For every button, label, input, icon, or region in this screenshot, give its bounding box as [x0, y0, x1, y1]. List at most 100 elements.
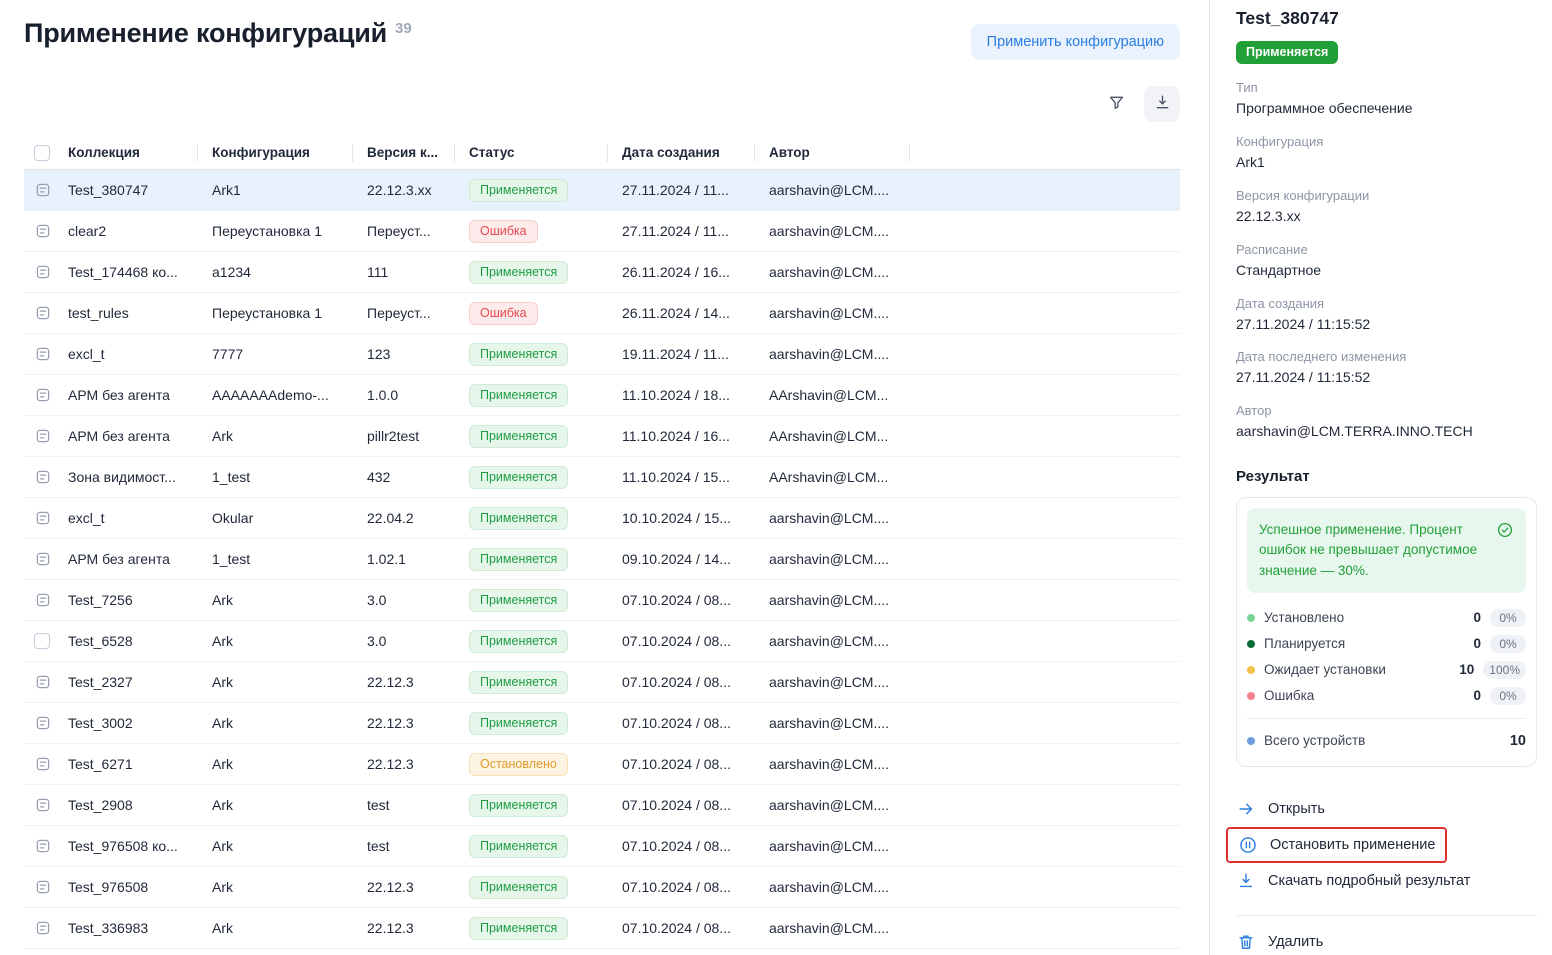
row-leading-cell [24, 263, 68, 281]
cell-collection: Test_976508 [68, 879, 198, 895]
cell-collection: Test_2327 [68, 674, 198, 690]
cell-status: Применяется [455, 507, 608, 530]
field-label: Дата создания [1236, 296, 1537, 311]
apply-configuration-button[interactable]: Применить конфигурацию [971, 24, 1180, 60]
stat-label: Ошибка [1264, 688, 1473, 703]
table-row[interactable]: Test_380747Ark122.12.3.xxПрименяется27.1… [24, 170, 1180, 211]
delete-action-label: Удалить [1268, 934, 1323, 950]
status-pill: Применяется [469, 384, 568, 407]
row-leading-cell [24, 304, 68, 322]
cell-version: Переуст... [353, 223, 455, 239]
check-circle-icon [1496, 521, 1514, 539]
status-pill: Применяется [469, 794, 568, 817]
column-header-collection[interactable]: Коллекция [68, 144, 198, 162]
row-leading-cell [24, 673, 68, 691]
cell-configuration: Okular [198, 510, 353, 526]
cell-created: 07.10.2024 / 08... [608, 715, 755, 731]
table-row[interactable]: АРМ без агента1_test1.02.1Применяется09.… [24, 539, 1180, 580]
collection-icon [34, 509, 52, 527]
column-header-created[interactable]: Дата создания [608, 144, 755, 162]
status-badge: Применяется [1236, 41, 1338, 64]
table-toolbar [24, 86, 1180, 122]
field-label: Автор [1236, 403, 1537, 418]
cell-created: 26.11.2024 / 16... [608, 264, 755, 280]
table-row[interactable]: Test_976508 ко...ArktestПрименяется07.10… [24, 826, 1180, 867]
collection-icon [34, 181, 52, 199]
table-row[interactable]: Test_6271Ark22.12.3Остановлено07.10.2024… [24, 744, 1180, 785]
cell-author: aarshavin@LCM.... [755, 551, 910, 567]
field-value: aarshavin@LCM.TERRA.INNO.TECH [1236, 422, 1537, 441]
cell-author: AArshavin@LCM... [755, 428, 910, 444]
table-row[interactable]: Зона видимост...1_test432Применяется11.1… [24, 457, 1180, 498]
column-header-author[interactable]: Автор [755, 144, 910, 162]
status-pill: Применяется [469, 425, 568, 448]
column-header-version[interactable]: Версия к... [353, 144, 455, 162]
cell-collection: Test_2908 [68, 797, 198, 813]
stop-action[interactable]: Остановить применение [1226, 827, 1447, 863]
result-stat-row: Ошибка 0 0% [1247, 683, 1526, 709]
table-row[interactable]: Test_7256Ark3.0Применяется07.10.2024 / 0… [24, 580, 1180, 621]
cell-collection: Test_7256 [68, 592, 198, 608]
collection-icon [34, 673, 52, 691]
status-pill: Применяется [469, 876, 568, 899]
table-row[interactable]: excl_t7777123Применяется19.11.2024 / 11.… [24, 334, 1180, 375]
stat-dot-icon [1247, 666, 1255, 674]
cell-version: pillr2test [353, 428, 455, 444]
stat-value: 0 [1473, 636, 1481, 651]
table-row[interactable]: excl_tOkular22.04.2Применяется10.10.2024… [24, 498, 1180, 539]
row-checkbox[interactable] [34, 633, 50, 649]
cell-author: aarshavin@LCM.... [755, 182, 910, 198]
status-pill: Применяется [469, 835, 568, 858]
filter-button[interactable] [1098, 86, 1134, 122]
delete-action[interactable]: Удалить [1236, 924, 1323, 955]
details-panel: Test_380747 Применяется Тип Программное … [1209, 0, 1552, 955]
cell-author: aarshavin@LCM.... [755, 879, 910, 895]
row-leading-cell [24, 878, 68, 896]
cell-status: Применяется [455, 425, 608, 448]
field-label: Конфигурация [1236, 134, 1537, 149]
table-row[interactable]: Test_3002Ark22.12.3Применяется07.10.2024… [24, 703, 1180, 744]
table-row[interactable]: Test_6528Ark3.0Применяется07.10.2024 / 0… [24, 621, 1180, 662]
total-dot-icon [1247, 737, 1255, 745]
cell-created: 07.10.2024 / 08... [608, 797, 755, 813]
column-header-status[interactable]: Статус [455, 144, 608, 162]
column-header-configuration[interactable]: Конфигурация [198, 144, 353, 162]
table-row[interactable]: Test_174468 ко...a1234111Применяется26.1… [24, 252, 1180, 293]
detail-field: Дата последнего изменения 27.11.2024 / 1… [1236, 349, 1537, 387]
detail-field: Автор aarshavin@LCM.TERRA.INNO.TECH [1236, 403, 1537, 441]
row-leading-cell [24, 755, 68, 773]
status-pill: Применяется [469, 548, 568, 571]
table-row[interactable]: АРМ без агентаArkpillr2testПрименяется11… [24, 416, 1180, 457]
open-action[interactable]: Открыть [1236, 791, 1325, 827]
cell-created: 27.11.2024 / 11... [608, 223, 755, 239]
table-row[interactable]: clear2Переустановка 1Переуст...Ошибка27.… [24, 211, 1180, 252]
cell-status: Применяется [455, 630, 608, 653]
table-row[interactable]: Test_2908ArktestПрименяется07.10.2024 / … [24, 785, 1180, 826]
table-row[interactable]: АРМ без агентаAAAAAAAdemo-...1.0.0Примен… [24, 375, 1180, 416]
status-pill: Применяется [469, 712, 568, 735]
panel-actions: Открыть Остановить применение Скачать по… [1236, 791, 1537, 899]
collection-icon [34, 550, 52, 568]
table-row[interactable]: Test_976508Ark22.12.3Применяется07.10.20… [24, 867, 1180, 908]
download-result-action[interactable]: Скачать подробный результат [1236, 863, 1470, 899]
collection-icon [34, 386, 52, 404]
cell-configuration: Ark [198, 838, 353, 854]
status-pill: Ошибка [469, 302, 538, 325]
select-all-checkbox[interactable] [34, 145, 50, 161]
result-card: Успешное применение. Процент ошибок не п… [1236, 497, 1537, 767]
row-leading-cell [24, 427, 68, 445]
cell-configuration: Ark [198, 920, 353, 936]
stat-percent-badge: 0% [1490, 635, 1526, 653]
field-label: Дата последнего изменения [1236, 349, 1537, 364]
table-row[interactable]: Test_2327Ark22.12.3Применяется07.10.2024… [24, 662, 1180, 703]
table-row[interactable]: test_rulesПереустановка 1Переуст...Ошибк… [24, 293, 1180, 334]
table-row[interactable]: Test_336983Ark22.12.3Применяется07.10.20… [24, 908, 1180, 949]
export-button[interactable] [1144, 86, 1180, 122]
row-leading-cell [24, 181, 68, 199]
cell-configuration: Ark1 [198, 182, 353, 198]
row-leading-cell [24, 919, 68, 937]
collection-icon [34, 919, 52, 937]
field-value: 27.11.2024 / 11:15:52 [1236, 368, 1537, 387]
table-header-row: Коллекция Конфигурация Версия к... Стату… [24, 136, 1180, 170]
cell-version: 111 [353, 264, 455, 280]
